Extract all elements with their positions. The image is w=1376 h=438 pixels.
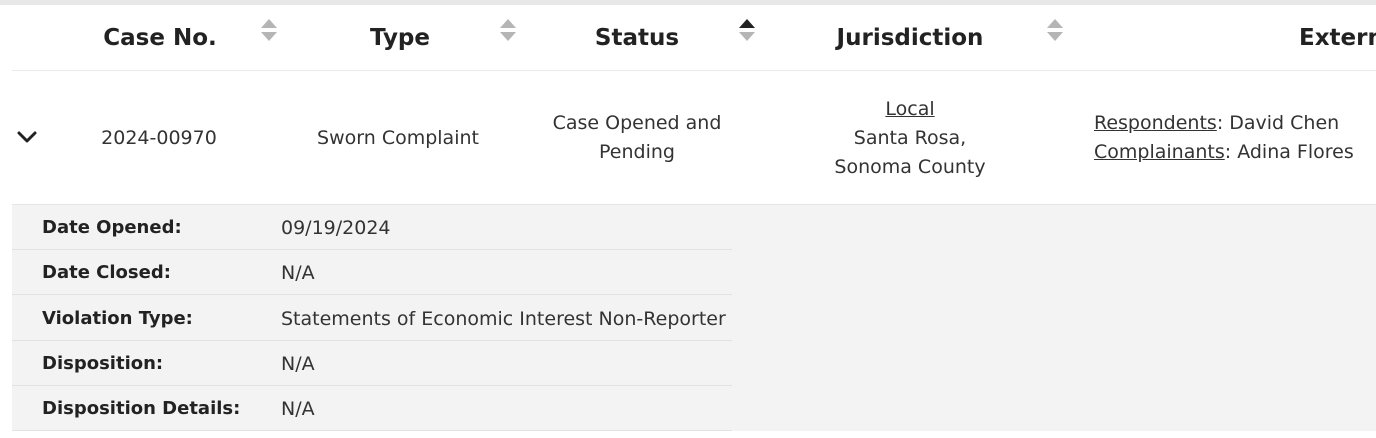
column-header-label: Jurisdiction	[836, 25, 984, 51]
case-status-cell: Case Opened and Pending	[537, 71, 737, 205]
column-header-case-no[interactable]: Case No.	[59, 5, 261, 71]
case-number-cell: 2024-00970	[59, 71, 259, 205]
column-header-status[interactable]: Status	[537, 5, 737, 71]
jurisdiction-line: Sonoma County	[834, 155, 986, 178]
detail-row-violation-type: Violation Type: Statements of Economic I…	[12, 296, 732, 341]
detail-label: Date Closed:	[42, 262, 171, 283]
column-header-jurisdiction[interactable]: Jurisdiction	[785, 5, 1035, 71]
table-header: Case No. Type Status Jurisdiction Extern…	[12, 5, 1376, 71]
column-header-label: Case No.	[103, 25, 217, 51]
respondents-value: : David Chen	[1216, 112, 1340, 134]
external-parties-cell: Respondents: David Chen Complainants: Ad…	[1094, 71, 1376, 205]
column-header-label: Type	[369, 25, 430, 51]
jurisdiction-cell: Local Santa Rosa, Sonoma County	[785, 71, 1035, 205]
detail-row-date-opened: Date Opened: 09/19/2024	[12, 205, 732, 250]
sort-ascending-icon[interactable]	[738, 19, 756, 43]
detail-row-date-closed: Date Closed: N/A	[12, 250, 732, 295]
respondents-link[interactable]: Respondents	[1094, 112, 1217, 134]
respondents-line: Respondents: David Chen	[1094, 109, 1339, 138]
column-header-label: External	[1299, 25, 1376, 51]
detail-label: Date Opened:	[42, 217, 182, 238]
case-number: 2024-00970	[101, 126, 217, 149]
detail-row-disposition: Disposition: N/A	[12, 341, 732, 386]
detail-label: Violation Type:	[42, 308, 193, 329]
detail-label: Disposition:	[42, 353, 164, 374]
chevron-down-icon[interactable]	[16, 126, 38, 148]
detail-value: N/A	[281, 352, 315, 375]
case-type-cell: Sworn Complaint	[298, 71, 498, 205]
column-header-label: Status	[594, 25, 680, 51]
detail-row-disposition-details: Disposition Details: N/A	[12, 386, 732, 431]
detail-value: Statements of Economic Interest Non-Repo…	[281, 307, 726, 330]
case-status-line: Case Opened and	[552, 112, 722, 134]
sort-icon[interactable]	[1046, 19, 1064, 43]
jurisdiction-level-link[interactable]: Local	[885, 95, 934, 124]
case-type: Sworn Complaint	[317, 126, 479, 149]
case-status-line: Pending	[599, 141, 675, 163]
detail-value: N/A	[281, 397, 315, 420]
column-header-type[interactable]: Type	[299, 5, 501, 71]
table-row[interactable]: 2024-00970 Sworn Complaint Case Opened a…	[12, 71, 1376, 205]
sort-icon[interactable]	[499, 19, 517, 43]
sort-icon[interactable]	[260, 19, 278, 43]
case-details-panel: Date Opened: 09/19/2024 Date Closed: N/A…	[12, 205, 1376, 431]
jurisdiction-line: Santa Rosa,	[853, 126, 967, 149]
complainants-line: Complainants: Adina Flores	[1094, 138, 1354, 167]
detail-value: N/A	[281, 261, 315, 284]
detail-value: 09/19/2024	[281, 216, 391, 239]
column-header-external[interactable]: External	[1299, 5, 1376, 71]
detail-label: Disposition Details:	[42, 398, 241, 419]
complainants-link[interactable]: Complainants	[1094, 141, 1225, 163]
complainants-value: : Adina Flores	[1224, 141, 1354, 163]
